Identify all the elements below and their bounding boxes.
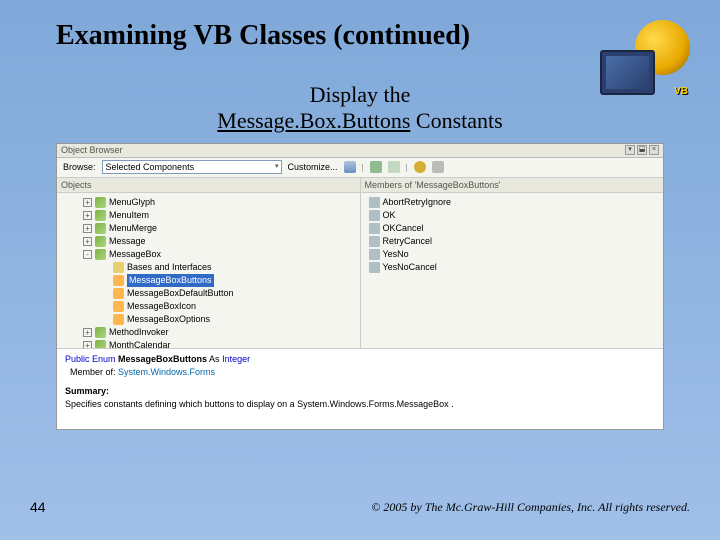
member-item[interactable]: YesNoCancel xyxy=(363,261,662,274)
class-icon xyxy=(95,236,106,247)
objects-tree[interactable]: + MenuGlyph + MenuItem + MenuMerge + Message - Me… xyxy=(57,193,360,348)
tree-item-label: Message xyxy=(109,235,146,248)
enum-icon xyxy=(113,314,124,325)
enum-icon xyxy=(113,301,124,312)
customize-link[interactable]: Customize... xyxy=(288,162,338,172)
constant-icon xyxy=(369,210,380,221)
enum-icon xyxy=(113,275,124,286)
members-pane: Members of 'MessageBoxButtons' AbortRetr… xyxy=(361,178,664,348)
tree-item-label: MessageBoxDefaultButton xyxy=(127,287,234,300)
titlebar: Object Browser ▾ ⬓ × xyxy=(57,144,663,158)
member-label: AbortRetryIgnore xyxy=(383,196,452,209)
member-label: YesNo xyxy=(383,248,409,261)
summary-text: Specifies constants defining which butto… xyxy=(65,398,655,411)
tree-item[interactable]: MessageBoxOptions xyxy=(59,313,358,326)
member-label: RetryCancel xyxy=(383,235,433,248)
class-icon xyxy=(95,340,106,348)
monitor-icon xyxy=(600,50,655,95)
tree-item-label: MessageBox xyxy=(109,248,161,261)
class-icon xyxy=(95,210,106,221)
constant-icon xyxy=(369,249,380,260)
member-label: OK xyxy=(383,209,396,222)
object-browser-window: Object Browser ▾ ⬓ × Browse: Selected Co… xyxy=(56,143,664,430)
corner-decoration: VB xyxy=(600,20,690,95)
close-button[interactable]: × xyxy=(649,145,659,155)
tree-item-label: MonthCalendar xyxy=(109,339,171,348)
members-header: Members of 'MessageBoxButtons' xyxy=(361,178,664,193)
constant-icon xyxy=(369,262,380,273)
tree-item[interactable]: - MessageBox xyxy=(59,248,358,261)
class-icon xyxy=(95,197,106,208)
constant-icon xyxy=(369,197,380,208)
signature-line: Public Enum MessageBoxButtons As Integer xyxy=(65,353,655,366)
members-list[interactable]: AbortRetryIgnoreOKOKCancelRetryCancelYes… xyxy=(361,193,664,277)
browse-dropdown[interactable]: Selected Components xyxy=(102,160,282,174)
class-icon xyxy=(95,249,106,260)
member-item[interactable]: RetryCancel xyxy=(363,235,662,248)
browse-label: Browse: xyxy=(63,162,96,172)
page-number: 44 xyxy=(30,499,46,515)
tree-item[interactable]: + MenuItem xyxy=(59,209,358,222)
tree-item[interactable]: MessageBoxButtons xyxy=(59,274,358,287)
expand-icon[interactable]: + xyxy=(83,237,92,246)
back-icon[interactable] xyxy=(370,161,382,173)
constant-icon xyxy=(369,236,380,247)
tree-item-label: MessageBoxOptions xyxy=(127,313,210,326)
folder-icon xyxy=(113,262,124,273)
enum-icon xyxy=(113,288,124,299)
detail-pane: Public Enum MessageBoxButtons As Integer… xyxy=(57,348,663,429)
pin-button[interactable]: ⬓ xyxy=(637,145,647,155)
tree-item[interactable]: Bases and Interfaces xyxy=(59,261,358,274)
tree-item-label: Bases and Interfaces xyxy=(127,261,212,274)
collapse-icon[interactable]: - xyxy=(83,250,92,259)
tree-item-label: MenuGlyph xyxy=(109,196,155,209)
tree-item[interactable]: MessageBoxIcon xyxy=(59,300,358,313)
member-item[interactable]: YesNo xyxy=(363,248,662,261)
tree-item-label: MethodInvoker xyxy=(109,326,169,339)
expand-icon[interactable]: + xyxy=(83,328,92,337)
tree-item[interactable]: + MenuMerge xyxy=(59,222,358,235)
find-icon[interactable] xyxy=(414,161,426,173)
member-of-line: Member of: System.Windows.Forms xyxy=(65,366,655,379)
separator: | xyxy=(362,163,364,172)
tree-item[interactable]: MessageBoxDefaultButton xyxy=(59,287,358,300)
expand-icon[interactable]: + xyxy=(83,211,92,220)
member-item[interactable]: OKCancel xyxy=(363,222,662,235)
objects-header: Objects xyxy=(57,178,360,193)
forward-icon[interactable] xyxy=(388,161,400,173)
separator: | xyxy=(406,163,408,172)
member-label: YesNoCancel xyxy=(383,261,437,274)
objects-pane: Objects + MenuGlyph + MenuItem + MenuMerge + Me… xyxy=(57,178,361,348)
tool-icon-2[interactable] xyxy=(432,161,444,173)
window-title: Object Browser xyxy=(61,145,123,155)
class-icon xyxy=(95,223,106,234)
member-item[interactable]: OK xyxy=(363,209,662,222)
constant-icon xyxy=(369,223,380,234)
summary-heading: Summary: xyxy=(65,385,655,398)
copyright: © 2005 by The Mc.Graw-Hill Companies, In… xyxy=(371,500,690,515)
toolbar: Browse: Selected Components Customize...… xyxy=(57,158,663,178)
tree-item-label: MenuMerge xyxy=(109,222,157,235)
tree-item[interactable]: + MenuGlyph xyxy=(59,196,358,209)
expand-icon[interactable]: + xyxy=(83,224,92,233)
tree-item-label: MessageBoxButtons xyxy=(127,274,214,287)
member-item[interactable]: AbortRetryIgnore xyxy=(363,196,662,209)
dropdown-button[interactable]: ▾ xyxy=(625,145,635,155)
tree-item-label: MenuItem xyxy=(109,209,149,222)
expand-icon[interactable]: + xyxy=(83,341,92,348)
tree-item[interactable]: + MonthCalendar xyxy=(59,339,358,348)
expand-icon[interactable]: + xyxy=(83,198,92,207)
tree-item-label: MessageBoxIcon xyxy=(127,300,196,313)
sort-icon[interactable] xyxy=(344,161,356,173)
member-label: OKCancel xyxy=(383,222,424,235)
tree-item[interactable]: + MethodInvoker xyxy=(59,326,358,339)
vb-badge: VB xyxy=(674,86,688,97)
class-icon xyxy=(95,327,106,338)
tree-item[interactable]: + Message xyxy=(59,235,358,248)
